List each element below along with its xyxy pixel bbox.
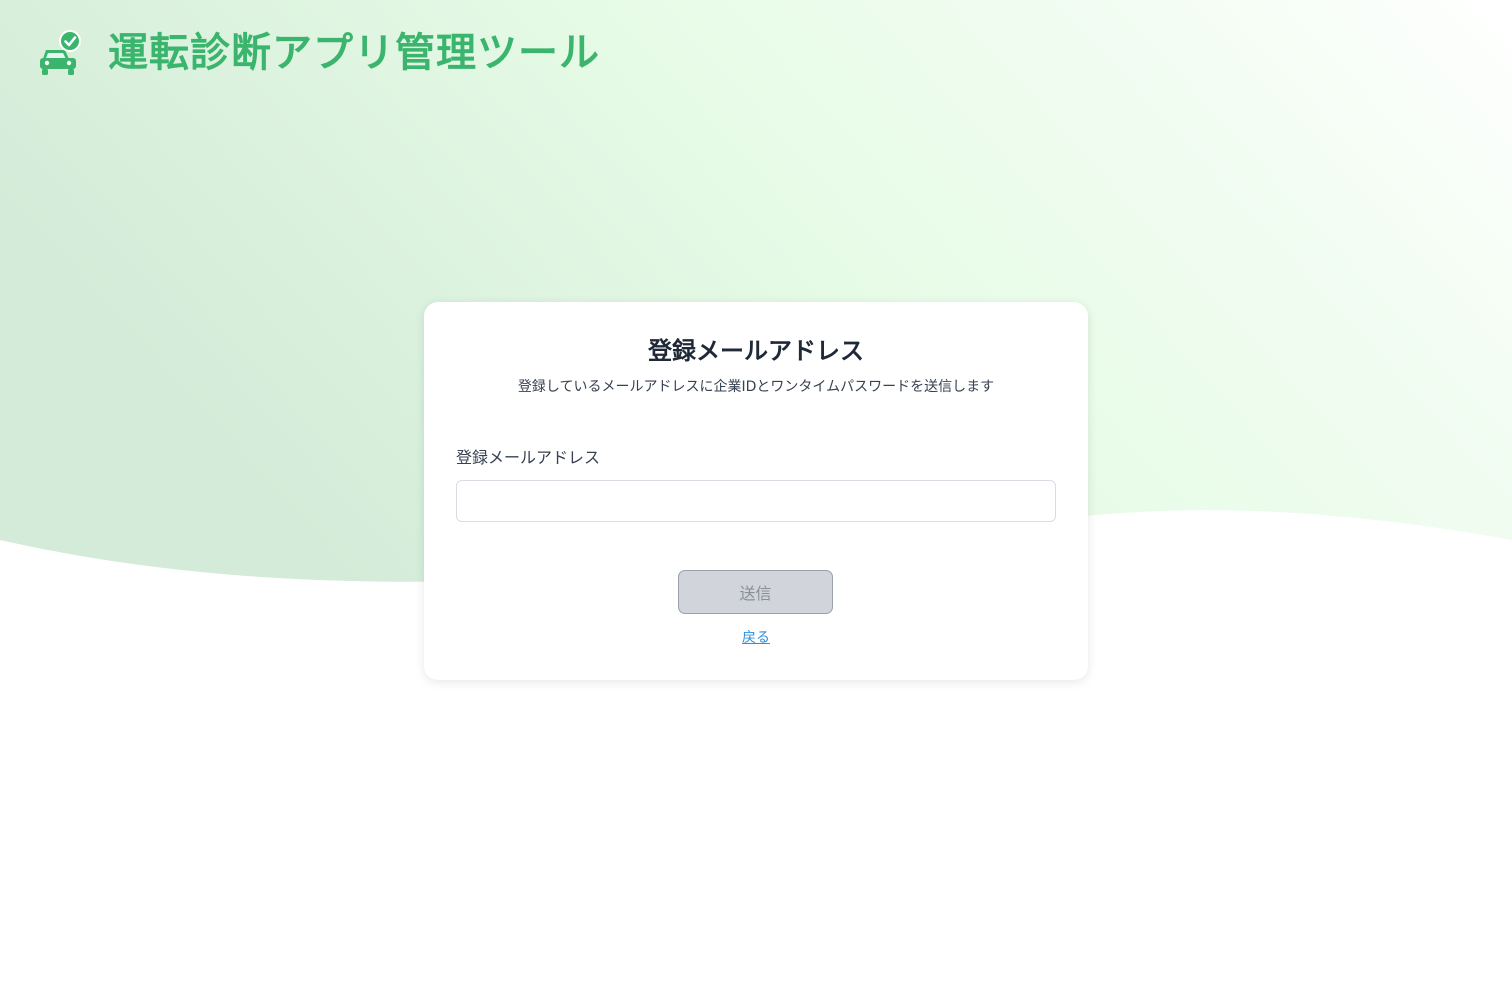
login-page: 運転診断アプリ管理ツール 登録メールアドレス 登録しているメールアドレスに企業I… <box>0 0 1512 982</box>
car-check-icon <box>40 30 81 75</box>
back-link-container: 戻る <box>424 628 1088 648</box>
card-subtitle: 登録しているメールアドレスに企業IDとワンタイムパスワードを送信します <box>517 379 995 395</box>
email-field-label: 登録メールアドレス <box>456 448 601 467</box>
submit-button[interactable]: 送信 <box>678 570 833 614</box>
back-link[interactable]: 戻る <box>742 630 770 646</box>
app-title: 運転診断アプリ管理ツール <box>108 30 600 76</box>
card-title: 登録メールアドレス <box>648 337 864 365</box>
email-field[interactable] <box>456 480 1056 522</box>
email-card: 登録メールアドレス 登録しているメールアドレスに企業IDとワンタイムパスワードを… <box>424 302 1088 680</box>
brand-header: 運転診断アプリ管理ツール <box>38 28 600 78</box>
